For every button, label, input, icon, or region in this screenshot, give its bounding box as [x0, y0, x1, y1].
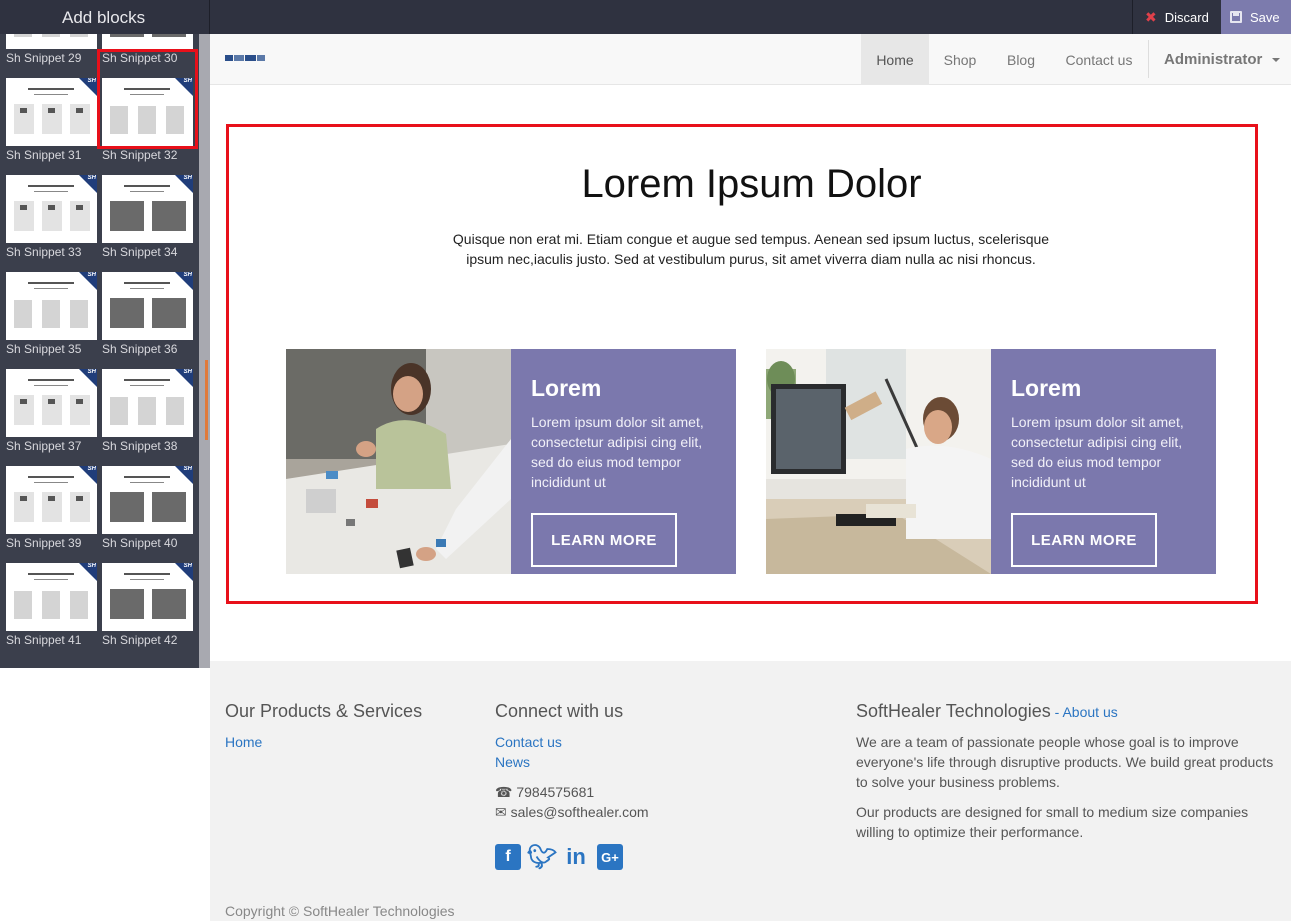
- add-blocks-header: Add blocks: [0, 0, 210, 34]
- site-navbar: Home Shop Blog Contact us Administrator: [210, 34, 1291, 85]
- twitter-icon[interactable]: 🐦︎: [527, 844, 557, 871]
- save-button[interactable]: Save: [1221, 0, 1291, 34]
- snippet-thumbnail[interactable]: SH: [6, 563, 97, 631]
- sh-badge-text: SH: [87, 369, 96, 375]
- sh-badge-text: SH: [183, 272, 192, 278]
- phone-number: 7984575681: [516, 784, 595, 800]
- email-address[interactable]: sales@softhealer.com: [511, 804, 649, 820]
- snippet-thumbnail[interactable]: SH: [102, 175, 193, 243]
- sidebar-scrollbar-track[interactable]: [199, 34, 210, 668]
- envelope-icon: ✉: [495, 804, 507, 820]
- footer-link-news[interactable]: News: [495, 752, 825, 772]
- save-label: Save: [1250, 9, 1280, 25]
- snippet-label[interactable]: Sh Snippet 38: [102, 439, 177, 453]
- website-preview: Home Shop Blog Contact us Administrator …: [210, 34, 1291, 921]
- snippet-label[interactable]: Sh Snippet 29: [6, 51, 81, 65]
- sh-badge-text: SH: [183, 563, 192, 569]
- sh-badge-text: SH: [183, 175, 192, 181]
- sh-badge-text: SH: [87, 272, 96, 278]
- footer-link-home[interactable]: Home: [225, 732, 465, 752]
- snippet-label[interactable]: Sh Snippet 36: [102, 342, 177, 356]
- heading-separator: -: [1050, 704, 1063, 720]
- snippet-thumbnail[interactable]: SH: [6, 369, 97, 437]
- footer-copyright: Copyright © SoftHealer Technologies: [225, 903, 455, 919]
- snippet-thumbnail[interactable]: SH: [6, 175, 97, 243]
- footer-about-heading: SoftHealer Technologies - About us: [856, 701, 1276, 722]
- footer-about-paragraph-1: We are a team of passionate people whose…: [856, 734, 1274, 790]
- sh-badge-text: SH: [87, 466, 96, 472]
- snippet-thumbnail[interactable]: SH: [102, 369, 193, 437]
- selected-snippet-outline: [97, 49, 198, 149]
- sh-badge-text: SH: [87, 563, 96, 569]
- snippet-label[interactable]: Sh Snippet 41: [6, 633, 81, 647]
- footer-products-column: Our Products & Services Home: [225, 701, 465, 752]
- discard-button[interactable]: ✖ Discard: [1132, 0, 1221, 34]
- snippet-thumbnail[interactable]: SH: [6, 272, 97, 340]
- phone-icon: ☎: [495, 784, 513, 800]
- snippet-label[interactable]: Sh Snippet 35: [6, 342, 81, 356]
- snippet-thumbnail[interactable]: SH: [102, 466, 193, 534]
- site-footer: Our Products & Services Home Connect wit…: [210, 661, 1291, 921]
- snippet-label[interactable]: Sh Snippet 40: [102, 536, 177, 550]
- snippet-thumbnail[interactable]: SH: [102, 563, 193, 631]
- snippet-thumbnail[interactable]: SH: [102, 34, 193, 49]
- nav-blog[interactable]: Blog: [991, 34, 1051, 85]
- footer-connect-column: Connect with us Contact us News ☎ 798457…: [495, 701, 825, 871]
- snippet-label[interactable]: Sh Snippet 31: [6, 148, 81, 162]
- nav-contact-us[interactable]: Contact us: [1051, 34, 1147, 85]
- nav-shop[interactable]: Shop: [929, 34, 991, 85]
- editor-topbar: Add blocks ✖ Discard Save: [0, 0, 1291, 34]
- sidebar-bottom-area: [0, 668, 210, 921]
- sidebar-scrollbar-thumb[interactable]: [205, 360, 208, 440]
- footer-products-heading: Our Products & Services: [225, 701, 423, 721]
- sh-badge-text: SH: [87, 175, 96, 181]
- selected-block-outline: [226, 124, 1258, 604]
- snippet-sidebar[interactable]: SHSh Snippet 29SHSh Snippet 30SHSh Snipp…: [0, 34, 210, 668]
- about-us-link[interactable]: About us: [1062, 704, 1117, 720]
- google-plus-icon[interactable]: G+: [597, 844, 623, 870]
- snippet-label[interactable]: Sh Snippet 37: [6, 439, 81, 453]
- snippet-thumbnail[interactable]: SH: [102, 272, 193, 340]
- footer-about-paragraph-2: Our products are designed for small to m…: [856, 804, 1249, 840]
- nav-divider: [1148, 40, 1149, 78]
- snippet-thumbnail[interactable]: SH: [6, 78, 97, 146]
- user-name: Administrator: [1164, 51, 1263, 68]
- softhealer-logo[interactable]: [225, 55, 266, 61]
- close-icon: ✖: [1145, 8, 1157, 25]
- sh-badge-text: SH: [183, 466, 192, 472]
- footer-about-column: SoftHealer Technologies - About us We ar…: [856, 701, 1276, 842]
- social-links: f 🐦︎ in G+: [495, 844, 825, 871]
- snippet-label[interactable]: Sh Snippet 32: [102, 148, 177, 162]
- chevron-down-icon: [1272, 57, 1281, 62]
- snippet-label[interactable]: Sh Snippet 39: [6, 536, 81, 550]
- sh-badge-text: SH: [87, 78, 96, 84]
- snippet-label[interactable]: Sh Snippet 34: [102, 245, 177, 259]
- snippet-thumbnail[interactable]: SH: [6, 34, 97, 49]
- snippet-label[interactable]: Sh Snippet 33: [6, 245, 81, 259]
- footer-phone: ☎ 7984575681: [495, 782, 825, 802]
- facebook-icon[interactable]: f: [495, 844, 521, 870]
- floppy-disk-icon: [1230, 11, 1242, 23]
- company-name: SoftHealer Technologies: [856, 701, 1051, 721]
- snippet-label[interactable]: Sh Snippet 42: [102, 633, 177, 647]
- user-menu[interactable]: Administrator: [1164, 34, 1281, 85]
- footer-email: ✉ sales@softhealer.com: [495, 802, 825, 822]
- sh-badge-text: SH: [183, 369, 192, 375]
- footer-connect-heading: Connect with us: [495, 701, 624, 721]
- linkedin-icon[interactable]: in: [563, 844, 589, 870]
- discard-label: Discard: [1164, 9, 1209, 25]
- add-blocks-title: Add blocks: [62, 8, 146, 27]
- footer-link-contact-us[interactable]: Contact us: [495, 732, 825, 752]
- nav-home[interactable]: Home: [861, 34, 929, 85]
- snippet-thumbnail[interactable]: SH: [6, 466, 97, 534]
- editor-root: Add blocks ✖ Discard Save SH Sh Snippet 2…: [0, 0, 1291, 921]
